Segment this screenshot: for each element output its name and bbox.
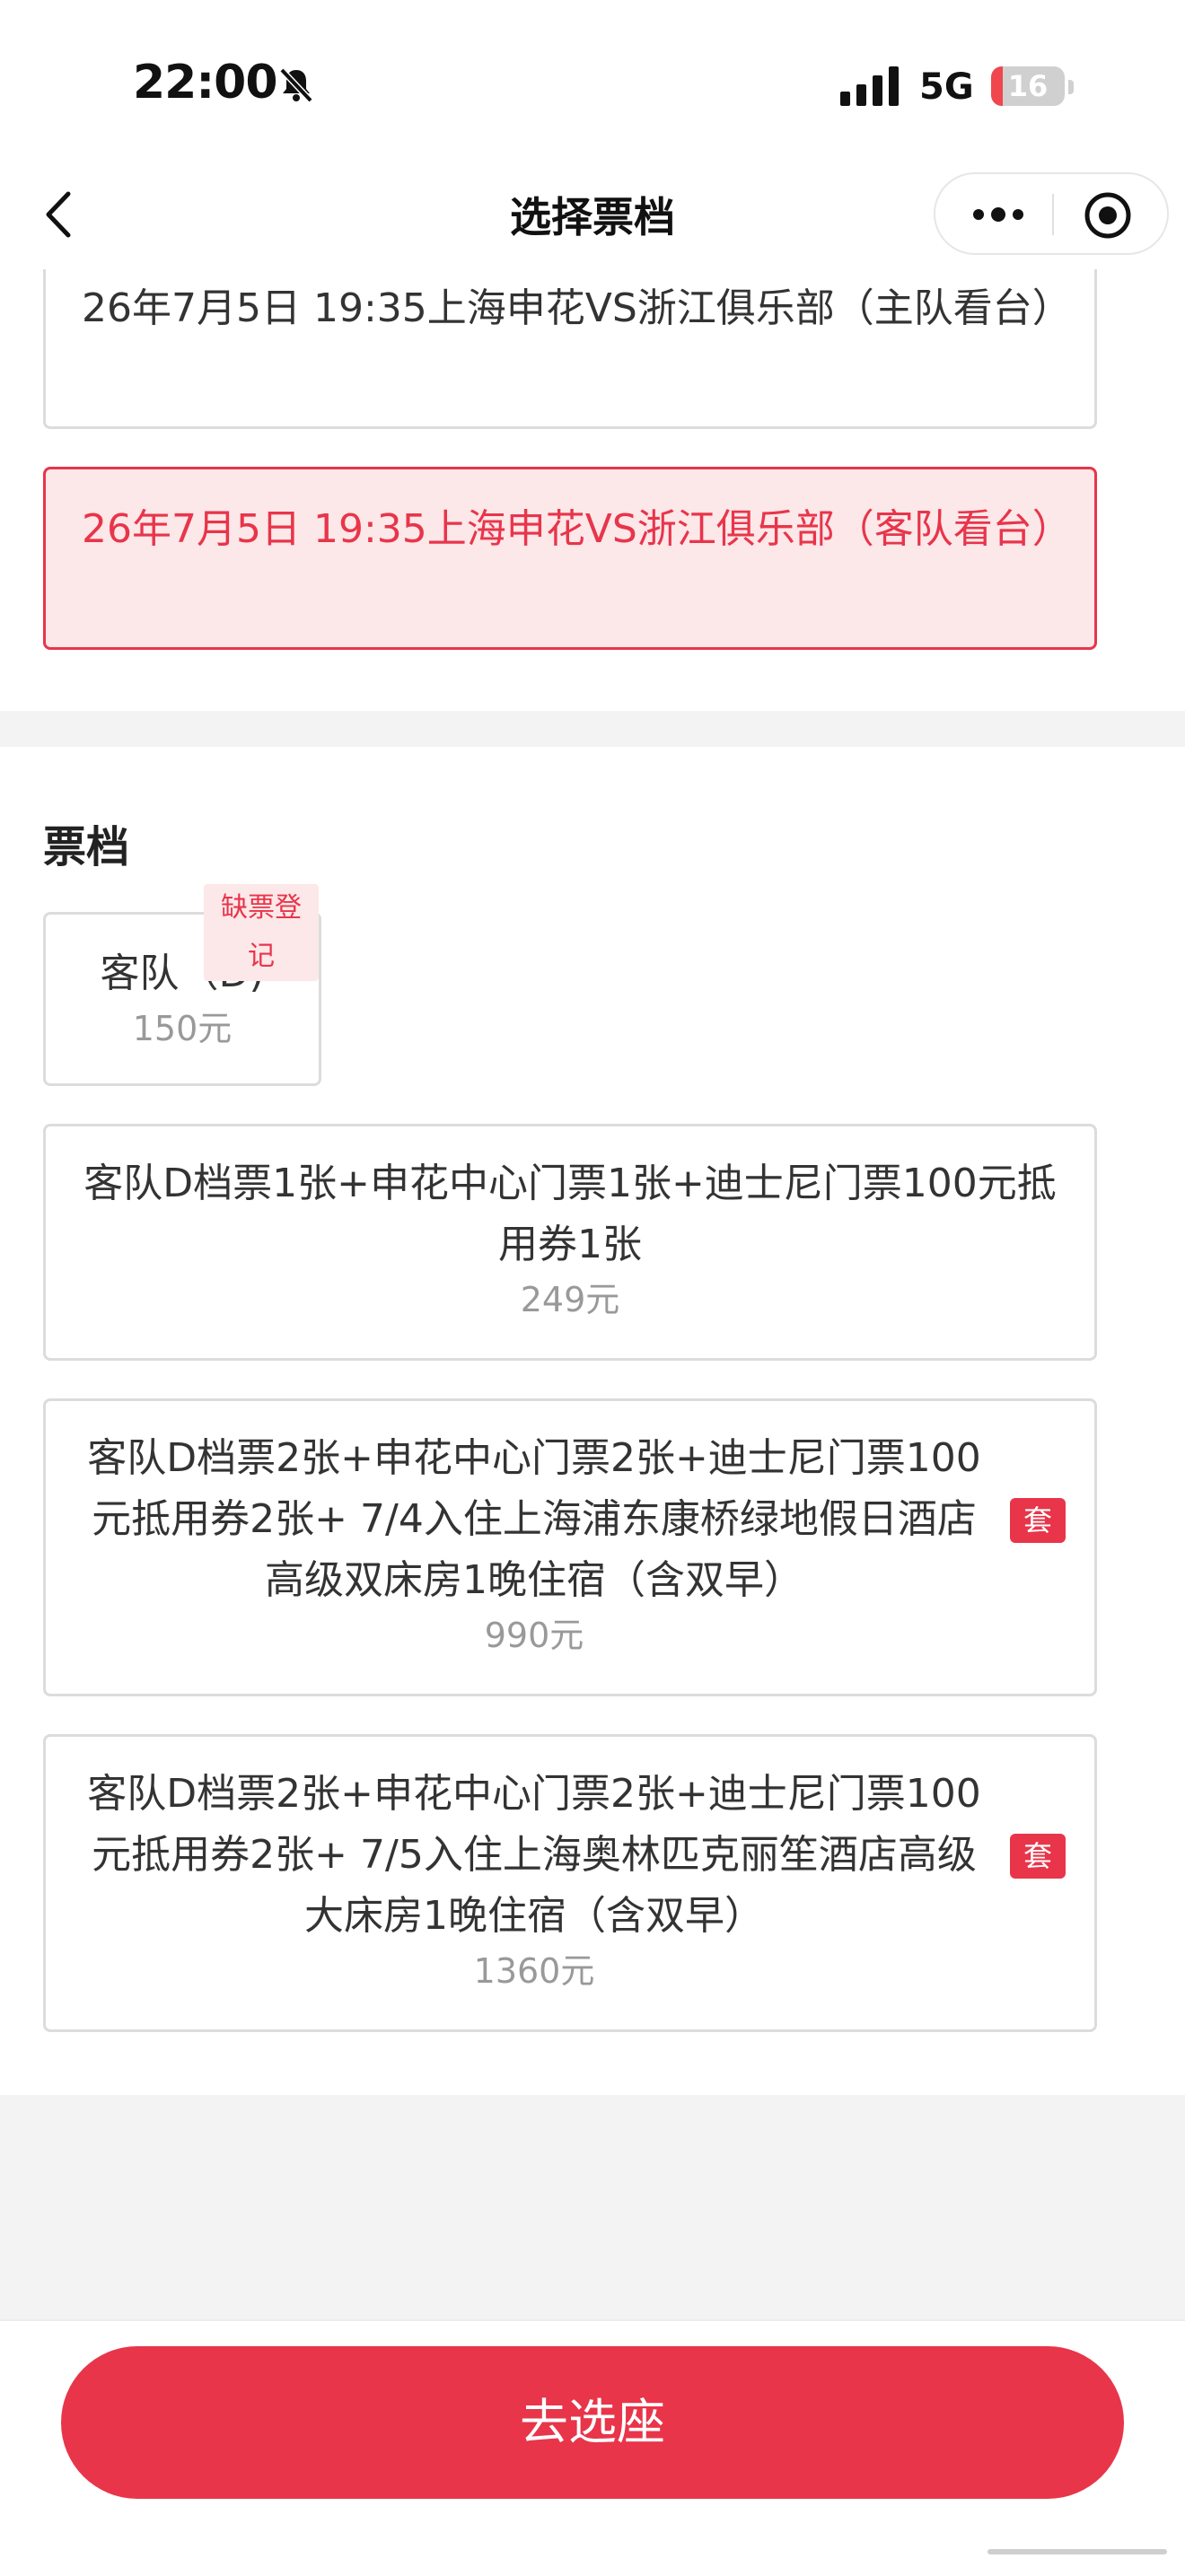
nav-bar: 选择票档 <box>0 162 1185 269</box>
match-option-label: 26年7月5日 19:35上海申花VS浙江俱乐部（主队看台） <box>82 285 1072 331</box>
section-divider <box>0 711 1185 747</box>
tier-name: 客队D档票2张+申花中心门票2张+迪士尼门票100元抵用券2张+ 7/5入住上海… <box>87 1771 981 1939</box>
tier-option[interactable]: 客队D档票2张+申花中心门票2张+迪士尼门票100元抵用券2张+ 7/4入住上海… <box>43 1398 1097 1696</box>
package-badge: 套 <box>1010 1834 1066 1879</box>
tier-price: 990元 <box>484 1616 584 1655</box>
tier-price: 1360元 <box>473 1951 595 1991</box>
network-type: 5G <box>919 66 974 108</box>
tier-name: 客队D档票2张+申花中心门票2张+迪士尼门票100元抵用券2张+ 7/4入住上海… <box>87 1435 981 1603</box>
tier-name: 客队D档票1张+申花中心门票1张+迪士尼门票100元抵用券1张 <box>83 1161 1057 1267</box>
package-badge: 套 <box>1010 1498 1066 1543</box>
bell-muted-icon <box>279 67 313 103</box>
battery-level: 16 <box>1007 69 1049 103</box>
tier-option[interactable]: 客队D档票2张+申花中心门票2张+迪士尼门票100元抵用券2张+ 7/5入住上海… <box>43 1734 1097 2032</box>
tier-price: 150元 <box>132 1009 233 1048</box>
bottom-action-bar: 去选座 <box>0 2319 1185 2576</box>
tier-option[interactable]: 客队D档票1张+申花中心门票1张+迪士尼门票100元抵用券1张 249元 <box>43 1124 1097 1361</box>
tier-section-title: 票档 <box>43 822 130 872</box>
battery-icon: 16 <box>991 66 1074 108</box>
match-option-label: 26年7月5日 19:35上海申花VS浙江俱乐部（客队看台） <box>82 506 1072 552</box>
target-circle-icon[interactable] <box>1083 190 1133 241</box>
content-spacer <box>0 2095 1185 2319</box>
cellular-signal-icon <box>840 66 899 106</box>
tier-price: 249元 <box>520 1280 620 1319</box>
tier-option[interactable]: 缺票登记 客队（D) 150元 <box>43 884 321 1086</box>
waitlist-badge[interactable]: 缺票登记 <box>204 884 319 981</box>
more-dots-icon[interactable] <box>970 201 1027 228</box>
status-bar: 22:00 5G 16 <box>0 0 1185 162</box>
status-time: 22:00 <box>133 56 278 110</box>
mini-program-capsule <box>934 172 1169 255</box>
home-indicator <box>988 2549 1167 2554</box>
match-option-away-stand[interactable]: 26年7月5日 19:35上海申花VS浙江俱乐部（客队看台） <box>43 467 1097 650</box>
select-seat-button[interactable]: 去选座 <box>61 2346 1124 2499</box>
